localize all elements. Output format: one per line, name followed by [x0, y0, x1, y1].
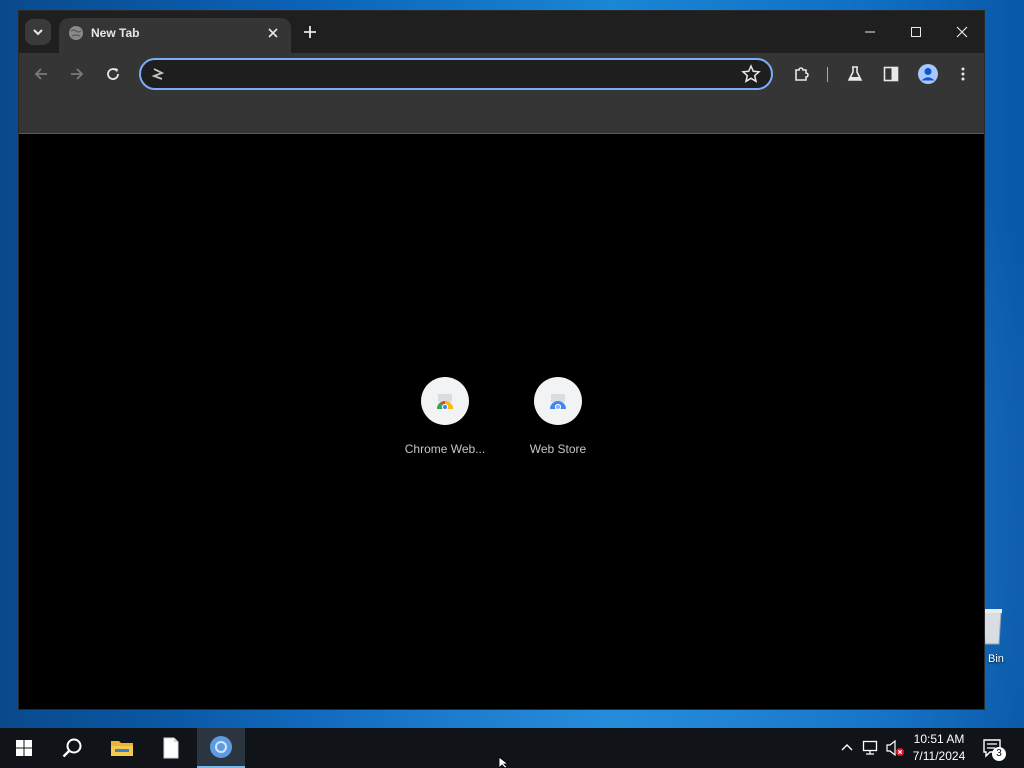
globe-icon	[69, 26, 83, 40]
chevron-up-icon	[841, 744, 853, 751]
maximize-button[interactable]	[893, 20, 939, 44]
document-icon	[163, 737, 179, 759]
chrome-icon	[210, 736, 232, 758]
labs-button[interactable]	[843, 62, 867, 86]
side-panel-button[interactable]	[879, 62, 903, 86]
taskbar-file-explorer[interactable]	[98, 728, 146, 768]
search-engine-icon	[151, 68, 165, 80]
star-icon[interactable]	[741, 64, 761, 84]
minimize-button[interactable]	[847, 20, 893, 44]
network-tray-button[interactable]	[861, 738, 881, 758]
browser-toolbar	[19, 53, 984, 134]
taskbar: 10:51 AM 7/11/2024 3	[0, 728, 1024, 768]
browser-window: New Tab Chrome Web... Web Store	[18, 10, 985, 710]
search-icon	[62, 738, 82, 758]
chevron-down-icon	[33, 29, 43, 36]
shortcut-web-store[interactable]: Web Store	[508, 377, 608, 467]
web-store-icon	[550, 394, 566, 411]
clock-time: 10:51 AM	[913, 732, 965, 746]
mouse-cursor-icon	[498, 757, 510, 768]
taskbar-clock[interactable]: 10:51 AM 7/11/2024	[905, 731, 973, 765]
close-tab-icon[interactable]	[265, 25, 281, 41]
new-tab-page: Chrome Web... Web Store	[19, 134, 984, 709]
avatar-icon	[918, 64, 938, 84]
speaker-muted-icon	[886, 739, 904, 757]
taskbar-search-button[interactable]	[48, 728, 96, 768]
windows-logo-icon	[16, 740, 32, 756]
address-bar[interactable]	[139, 58, 773, 90]
shortcut-tile	[421, 377, 469, 425]
volume-tray-button[interactable]	[885, 738, 905, 758]
shortcut-chrome-web-store[interactable]: Chrome Web...	[395, 377, 495, 467]
folder-icon	[111, 741, 133, 756]
more-vertical-icon	[961, 67, 965, 81]
menu-button[interactable]	[951, 62, 975, 86]
title-bar: New Tab	[19, 11, 984, 53]
tab-search-button[interactable]	[25, 19, 51, 45]
start-button[interactable]	[0, 728, 48, 768]
close-icon	[956, 26, 968, 38]
recycle-bin-label: Bin	[988, 653, 1004, 665]
shortcut-tile	[534, 377, 582, 425]
extensions-button[interactable]	[790, 62, 814, 86]
toolbar-divider	[827, 67, 828, 82]
action-center-button[interactable]: 3	[978, 728, 1018, 768]
notification-count-badge: 3	[992, 747, 1006, 761]
address-input[interactable]	[173, 64, 737, 86]
tab-new-tab[interactable]: New Tab	[59, 18, 291, 53]
taskbar-notepad[interactable]	[147, 728, 195, 768]
shortcut-label: Web Store	[529, 442, 587, 456]
flask-icon	[847, 66, 863, 81]
taskbar-chrome[interactable]	[197, 728, 245, 768]
reload-button[interactable]	[101, 62, 125, 86]
close-window-button[interactable]	[939, 20, 985, 44]
side-panel-icon	[883, 66, 899, 82]
puzzle-icon	[795, 67, 809, 81]
arrow-left-icon	[34, 68, 47, 80]
arrow-right-icon	[71, 68, 84, 80]
back-button[interactable]	[29, 62, 53, 86]
forward-button[interactable]	[65, 62, 89, 86]
reload-icon	[107, 68, 119, 80]
network-icon	[862, 740, 878, 755]
minimize-icon	[865, 31, 875, 33]
tab-title: New Tab	[91, 26, 140, 40]
shortcut-label: Chrome Web...	[404, 442, 486, 456]
clock-date: 7/11/2024	[912, 749, 966, 763]
maximize-icon	[911, 27, 921, 37]
profile-button[interactable]	[916, 62, 940, 86]
new-tab-plus-icon[interactable]	[301, 23, 319, 41]
chrome-web-store-icon	[436, 394, 453, 411]
show-hidden-icons-button[interactable]	[837, 738, 857, 758]
